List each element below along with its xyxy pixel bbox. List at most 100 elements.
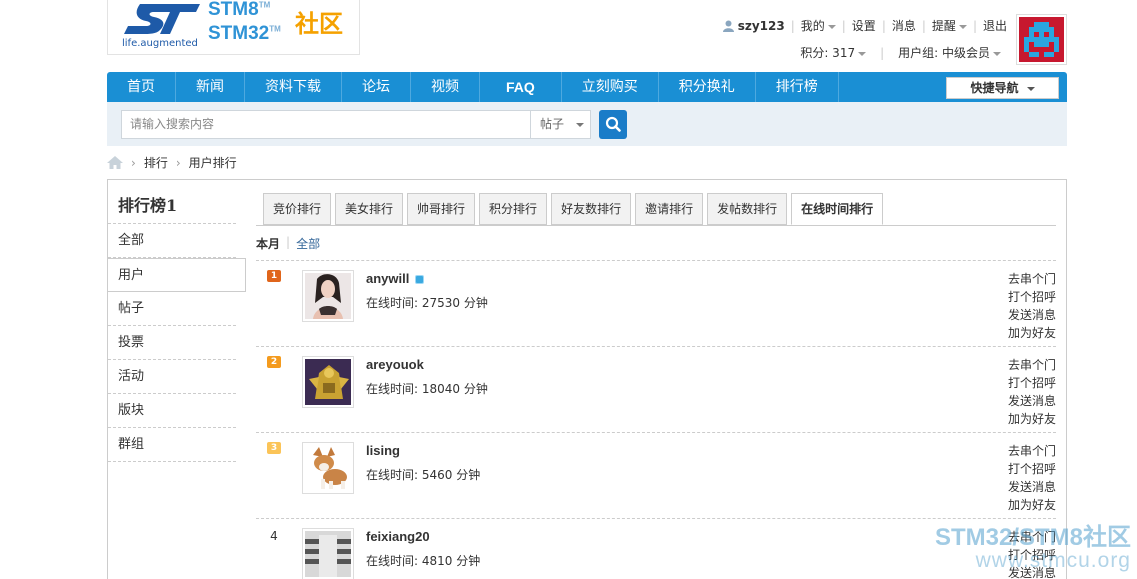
nav-news[interactable]: 新闻 — [176, 72, 245, 102]
chevron-down-icon — [576, 122, 585, 127]
user-bar: szy123 | 我的 | 设置 | 消息 | 提醒 | 退出 — [722, 17, 1007, 34]
send-message-link[interactable]: 发送消息 — [1008, 392, 1056, 410]
period-filter: 本月 | 全部 — [256, 235, 321, 252]
tab-invites[interactable]: 邀请排行 — [635, 193, 704, 225]
online-time: 在线时间: 27530 分钟 — [366, 296, 488, 310]
logo-stm8: STM8TM — [208, 0, 271, 20]
nav-ranking[interactable]: 排行榜 — [756, 72, 839, 102]
user-group-menu[interactable]: 用户组: 中级会员 — [898, 44, 1001, 61]
main-nav: 首页 新闻 资料下载 论坛 视频 FAQ 立刻购买 积分换礼 排行榜 快捷导航 — [107, 72, 1067, 102]
verified-badge-icon — [415, 275, 425, 285]
st-logo-icon — [124, 4, 200, 34]
send-message-link[interactable]: 发送消息 — [1008, 306, 1056, 324]
sidebar-item-posts[interactable]: 帖子 — [108, 292, 236, 326]
add-friend-link[interactable]: 加为好友 — [1008, 496, 1056, 514]
greet-link[interactable]: 打个招呼 — [1008, 288, 1056, 306]
sidebar-item-groups[interactable]: 群组 — [108, 428, 236, 462]
home-icon[interactable] — [107, 156, 123, 169]
sidebar-item-events[interactable]: 活动 — [108, 360, 236, 394]
online-time: 在线时间: 18040 分钟 — [366, 382, 488, 396]
sidebar-title: 排行榜1 — [108, 180, 236, 224]
chevron-down-icon — [827, 24, 836, 29]
avatar[interactable] — [1016, 14, 1067, 65]
rank-badge: 1 — [267, 270, 281, 282]
tab-beauty[interactable]: 美女排行 — [335, 193, 404, 225]
nav-downloads[interactable]: 资料下载 — [245, 72, 342, 102]
breadcrumb-ranking[interactable]: 排行 — [144, 154, 168, 171]
tab-bid[interactable]: 竞价排行 — [263, 193, 332, 225]
add-friend-link[interactable]: 加为好友 — [1008, 410, 1056, 428]
logo-community-text: 社区 — [295, 10, 343, 38]
greet-link[interactable]: 打个招呼 — [1008, 460, 1056, 478]
add-friend-link[interactable]: 加为好友 — [1008, 324, 1056, 342]
list-item: 1 anywill 在线时间: 27530 分钟 去串个门 打个招呼 发送消息 … — [256, 260, 1056, 346]
nav-faq[interactable]: FAQ — [480, 72, 562, 102]
visit-link[interactable]: 去串个门 — [1008, 442, 1056, 460]
logout-link[interactable]: 退出 — [983, 17, 1007, 34]
my-menu[interactable]: 我的 — [801, 17, 836, 34]
user-photo-icon — [305, 359, 351, 405]
rank-number: 4 — [270, 529, 278, 543]
chevron-down-icon — [858, 51, 867, 56]
nav-points-exchange[interactable]: 积分换礼 — [659, 72, 756, 102]
search-type-select[interactable]: 帖子 — [530, 110, 591, 139]
tab-handsome[interactable]: 帅哥排行 — [407, 193, 476, 225]
search-icon — [605, 116, 621, 132]
user-photo-icon — [305, 531, 351, 577]
rank-badge: 3 — [267, 442, 281, 454]
logo-tagline: life.augmented — [122, 38, 198, 49]
username-link[interactable]: szy123 — [738, 19, 785, 33]
visit-link[interactable]: 去串个门 — [1008, 270, 1056, 288]
nav-forum[interactable]: 论坛 — [342, 72, 411, 102]
reminders-menu[interactable]: 提醒 — [932, 17, 967, 34]
tab-points[interactable]: 积分排行 — [479, 193, 548, 225]
filter-all[interactable]: 全部 — [296, 235, 320, 252]
sidebar-item-all[interactable]: 全部 — [108, 224, 236, 258]
online-time: 在线时间: 4810 分钟 — [366, 554, 481, 568]
user-icon — [722, 20, 734, 32]
user-name-link[interactable]: anywill — [366, 271, 425, 286]
search-button[interactable] — [599, 110, 627, 139]
messages-link[interactable]: 消息 — [892, 17, 916, 34]
send-message-link[interactable]: 发送消息 — [1008, 478, 1056, 496]
filter-this-month[interactable]: 本月 — [256, 235, 280, 252]
chevron-down-icon — [958, 24, 967, 29]
breadcrumb-user-ranking[interactable]: 用户排行 — [189, 154, 237, 171]
user-name-link[interactable]: areyouok — [366, 357, 424, 372]
user-avatar[interactable] — [302, 356, 354, 408]
points-menu[interactable]: 积分: 317 — [800, 44, 867, 61]
visit-link[interactable]: 去串个门 — [1008, 356, 1056, 374]
site-logo[interactable]: life.augmented STM8TM STM32TM 社区 — [107, 0, 360, 55]
nav-buy[interactable]: 立刻购买 — [562, 72, 659, 102]
quick-nav-button[interactable]: 快捷导航 — [946, 77, 1059, 99]
user-avatar[interactable] — [302, 270, 354, 322]
logo-stm32: STM32TM — [208, 23, 281, 44]
user-actions: 去串个门 打个招呼 发送消息 加为好友 — [1008, 442, 1056, 514]
sidebar: 排行榜1 全部 用户 帖子 投票 活动 版块 群组 — [108, 180, 246, 462]
user-avatar[interactable] — [302, 442, 354, 494]
user-photo-icon — [305, 273, 351, 319]
tab-friends[interactable]: 好友数排行 — [551, 193, 632, 225]
sidebar-item-users[interactable]: 用户 — [108, 258, 246, 292]
list-item: 3 lising 在线时间: 5460 分钟 去串个门 打个招呼 发送消息 加为… — [256, 432, 1056, 518]
greet-link[interactable]: 打个招呼 — [1008, 374, 1056, 392]
site-watermark: STM32/STM8社区 www.stmcu.org — [934, 524, 1131, 572]
settings-link[interactable]: 设置 — [852, 17, 876, 34]
sidebar-item-forums[interactable]: 版块 — [108, 394, 236, 428]
main-panel: 排行榜1 全部 用户 帖子 投票 活动 版块 群组 竞价排行 美女排行 帅哥排行… — [107, 179, 1067, 579]
search-bar: 请输入搜索内容 帖子 — [107, 102, 1067, 146]
tab-online-time[interactable]: 在线时间排行 — [791, 193, 884, 225]
user-name-link[interactable]: lising — [366, 443, 400, 458]
user-avatar[interactable] — [302, 528, 354, 579]
user-photo-icon — [305, 445, 351, 491]
chevron-down-icon — [1026, 86, 1035, 91]
chevron-down-icon — [993, 51, 1001, 56]
nav-video[interactable]: 视频 — [411, 72, 480, 102]
tab-posts[interactable]: 发帖数排行 — [707, 193, 788, 225]
user-name-link[interactable]: feixiang20 — [366, 529, 430, 544]
sidebar-item-polls[interactable]: 投票 — [108, 326, 236, 360]
search-input[interactable]: 请输入搜索内容 — [121, 110, 531, 139]
user-stats: 积分: 317 | 用户组: 中级会员 — [800, 44, 1001, 61]
pixel-avatar-icon — [1019, 17, 1064, 62]
nav-home[interactable]: 首页 — [107, 72, 176, 102]
